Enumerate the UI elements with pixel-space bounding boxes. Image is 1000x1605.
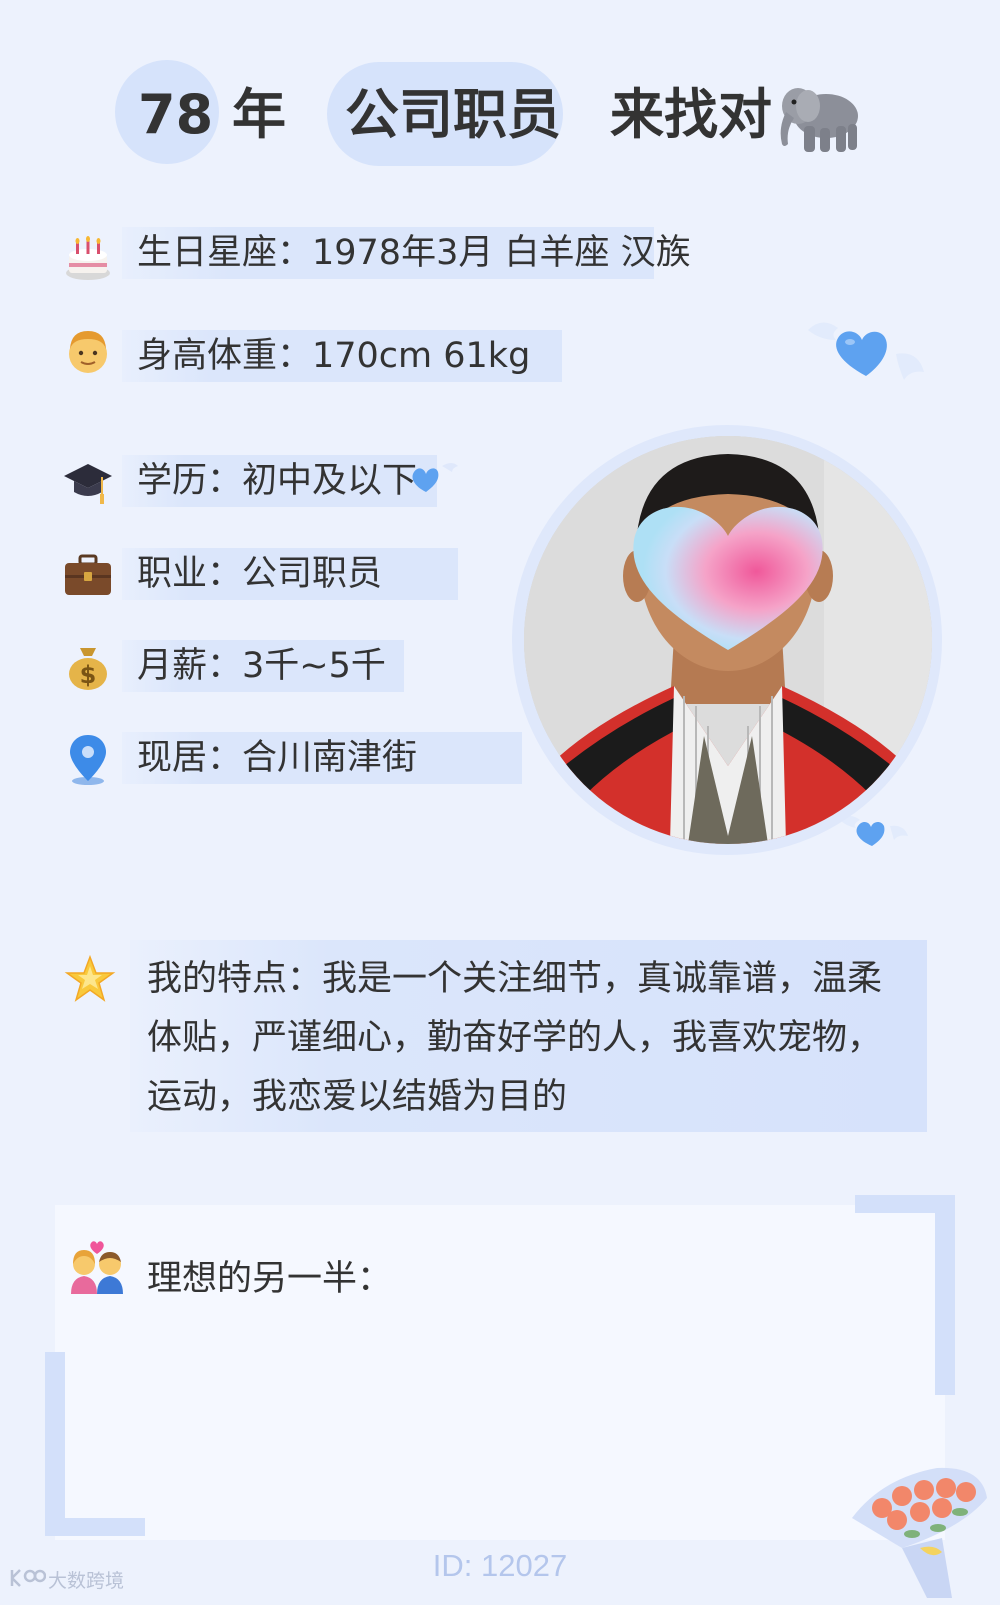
- age-unit: 年: [232, 83, 286, 146]
- location-pin-icon: [62, 733, 114, 785]
- profile-photo: [524, 436, 932, 844]
- briefcase-icon: [62, 550, 114, 602]
- height-weight-text: 身高体重：170cm 61kg: [137, 336, 531, 376]
- age-number: 78: [138, 83, 214, 146]
- watermark-logo-icon: [8, 1566, 47, 1590]
- watermark-text: 大数跨境: [48, 1570, 125, 1592]
- money-bag-icon: $: [62, 640, 114, 692]
- bracket-top-right-vertical: [935, 1195, 955, 1395]
- ideal-partner-label: 理想的另一半：: [147, 1259, 393, 1299]
- occupation-title: 公司职员: [345, 83, 561, 146]
- svg-text:$: $: [80, 661, 97, 689]
- star-icon: [64, 954, 116, 1006]
- profile-id: ID: 12027: [432, 1548, 568, 1583]
- bracket-bottom-left-vertical: [45, 1352, 65, 1536]
- occupation-text: 职业：公司职员: [137, 554, 383, 594]
- residence-text: 现居：合川南津街: [137, 738, 418, 778]
- man-face-icon: [62, 326, 114, 378]
- winged-heart-icon: [800, 310, 930, 400]
- small-heart-icon: [402, 458, 460, 498]
- couple-icon: [67, 1238, 127, 1294]
- elephant-icon: [772, 78, 864, 158]
- salary-text: 月薪：3千~5千: [137, 646, 386, 686]
- education-text: 学历：初中及以下: [137, 461, 418, 501]
- birthday-zodiac-text: 生日星座：1978年3月 白羊座 汉族: [137, 233, 691, 273]
- bracket-bottom-left-horizontal: [45, 1518, 145, 1536]
- cake-icon: [62, 232, 114, 284]
- slogan-text: 来找对: [610, 83, 772, 146]
- features-text: 我的特点：我是一个关注细节，真诚靠谱，温柔体贴，严谨细心，勤奋好学的人，我喜欢宠…: [147, 959, 883, 1117]
- graduation-cap-icon: [62, 456, 114, 508]
